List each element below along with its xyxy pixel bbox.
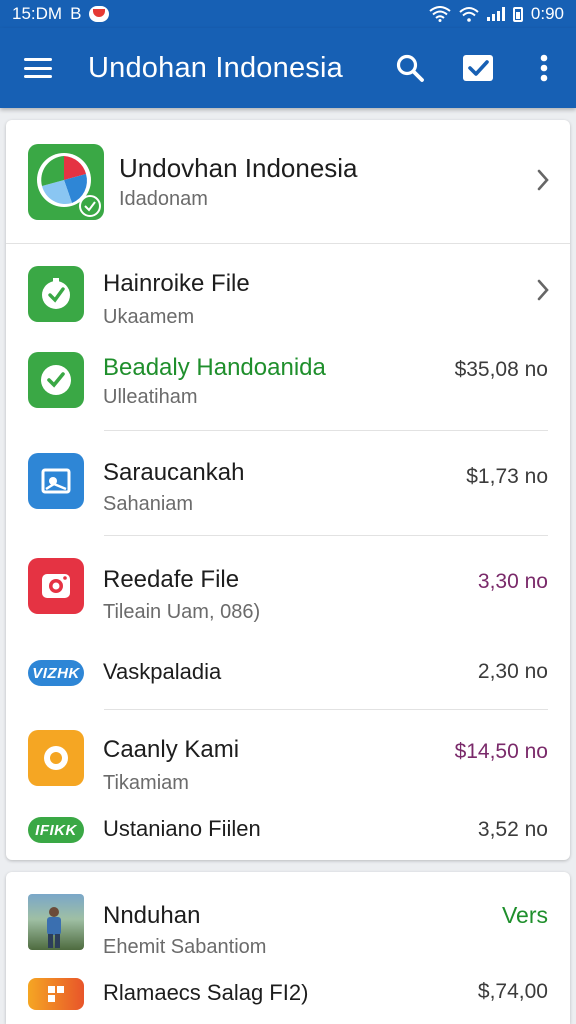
item-title: Saraucankah xyxy=(103,459,245,486)
file-list-card: Undovhan Indonesia Idadonam Hainroike Fi… xyxy=(6,120,570,860)
menu-button[interactable] xyxy=(0,28,76,108)
item-title: Nnduhan xyxy=(103,902,201,929)
app-title: Undohan Indonesia xyxy=(88,51,343,84)
notification-icon xyxy=(89,6,110,22)
clock-check-icon xyxy=(42,278,70,309)
check-circle-icon xyxy=(41,365,71,395)
item-subtitle: Sahaniam xyxy=(103,493,194,515)
item-price: $1,73 no xyxy=(466,465,548,488)
item-title: Caanly Kami xyxy=(103,736,240,763)
select-button[interactable] xyxy=(444,28,512,108)
photo-app-icon xyxy=(28,453,84,509)
status-bar: 15:DM B 0:90 xyxy=(0,0,576,28)
wifi-icon xyxy=(429,6,451,22)
item-price: $,74,00 xyxy=(477,980,548,1003)
app-bar: Undohan Indonesia xyxy=(0,28,576,108)
checkbox-icon xyxy=(463,55,493,81)
header-subtitle: Idadonam xyxy=(119,188,208,210)
vizhk-badge: VIZHK xyxy=(28,660,84,686)
camera-app-icon xyxy=(28,558,84,614)
item-subtitle: Tileain Uam, 086) xyxy=(103,601,261,623)
item-title: Beadaly Handoanida xyxy=(103,354,326,381)
battery-icon xyxy=(512,6,523,22)
more-options-button[interactable] xyxy=(512,28,576,108)
list-item[interactable]: VIZHK Vaskpaladia 2,30 no xyxy=(6,636,570,708)
list-item[interactable]: Rlamaecs Salag FI2) $,74,00 xyxy=(6,968,570,1024)
chevron-right-icon xyxy=(537,169,549,191)
person-photo-icon xyxy=(47,907,61,948)
more-vert-icon xyxy=(540,54,548,82)
item-subtitle: Ulleatiham xyxy=(103,386,198,408)
item-title: Ustaniano Fiilen xyxy=(103,816,261,841)
pie-chart-app-icon xyxy=(28,144,104,220)
bottom-card: Nnduhan Ehemit Sabantiom Vers Rlamaecs S… xyxy=(6,872,570,1024)
clock-check-app-icon xyxy=(28,266,84,322)
list-item[interactable]: Nnduhan Ehemit Sabantiom Vers xyxy=(6,872,570,968)
item-price: 2,30 no xyxy=(477,660,548,683)
list-item[interactable]: Reedafe File Tileain Uam, 086) 3,30 no xyxy=(6,536,570,636)
ifikk-badge: IFIKK xyxy=(28,817,84,843)
wifi-alt-icon xyxy=(459,7,479,22)
grid-icon xyxy=(48,986,64,1002)
item-price: $14,50 no xyxy=(454,740,548,763)
status-clock: 0:90 xyxy=(530,4,564,23)
search-icon xyxy=(396,54,424,82)
item-price: 3,52 no xyxy=(477,818,548,841)
item-subtitle: Ehemit Sabantiom xyxy=(103,936,267,958)
camera-icon xyxy=(42,574,70,598)
record-icon xyxy=(44,746,68,770)
header-title: Undovhan Indonesia xyxy=(119,153,358,183)
status-left: 15:DM B xyxy=(12,4,110,24)
search-button[interactable] xyxy=(376,28,444,108)
item-title: Reedafe File xyxy=(103,566,240,593)
status-right: 0:90 xyxy=(429,4,564,24)
item-price: $35,08 no xyxy=(454,358,548,381)
grid-app-icon xyxy=(28,978,84,1010)
signal-icon xyxy=(486,7,505,21)
list-item[interactable]: Hainroike File Ukaamem xyxy=(6,244,570,344)
item-title: Hainroike File xyxy=(103,270,250,297)
pie-chart-icon xyxy=(37,153,101,217)
item-title: Rlamaecs Salag FI2) xyxy=(103,980,309,1005)
status-carrier: B xyxy=(70,4,82,23)
list-item[interactable]: Beadaly Handoanida Ulleatiham $35,08 no xyxy=(6,344,570,430)
check-app-icon xyxy=(28,352,84,408)
version-tag: Vers xyxy=(501,902,548,928)
hamburger-icon xyxy=(24,58,52,78)
list-item[interactable]: Saraucankah Sahaniam $1,73 no xyxy=(6,431,570,535)
header-item[interactable]: Undovhan Indonesia Idadonam xyxy=(6,120,570,244)
photo-frame-icon xyxy=(41,468,71,494)
list-item[interactable]: Caanly Kami Tikamiam $14,50 no xyxy=(6,710,570,796)
record-app-icon xyxy=(28,730,84,786)
list-item[interactable]: IFIKK Ustaniano Fiilen 3,52 no xyxy=(6,796,570,860)
item-subtitle: Ukaamem xyxy=(103,306,195,328)
item-title: Vaskpaladia xyxy=(103,659,222,684)
avatar xyxy=(28,894,84,950)
item-subtitle: Tikamiam xyxy=(103,772,189,794)
status-time: 15:DM xyxy=(12,4,63,23)
chevron-right-icon xyxy=(537,279,549,301)
item-price: 3,30 no xyxy=(477,570,548,593)
